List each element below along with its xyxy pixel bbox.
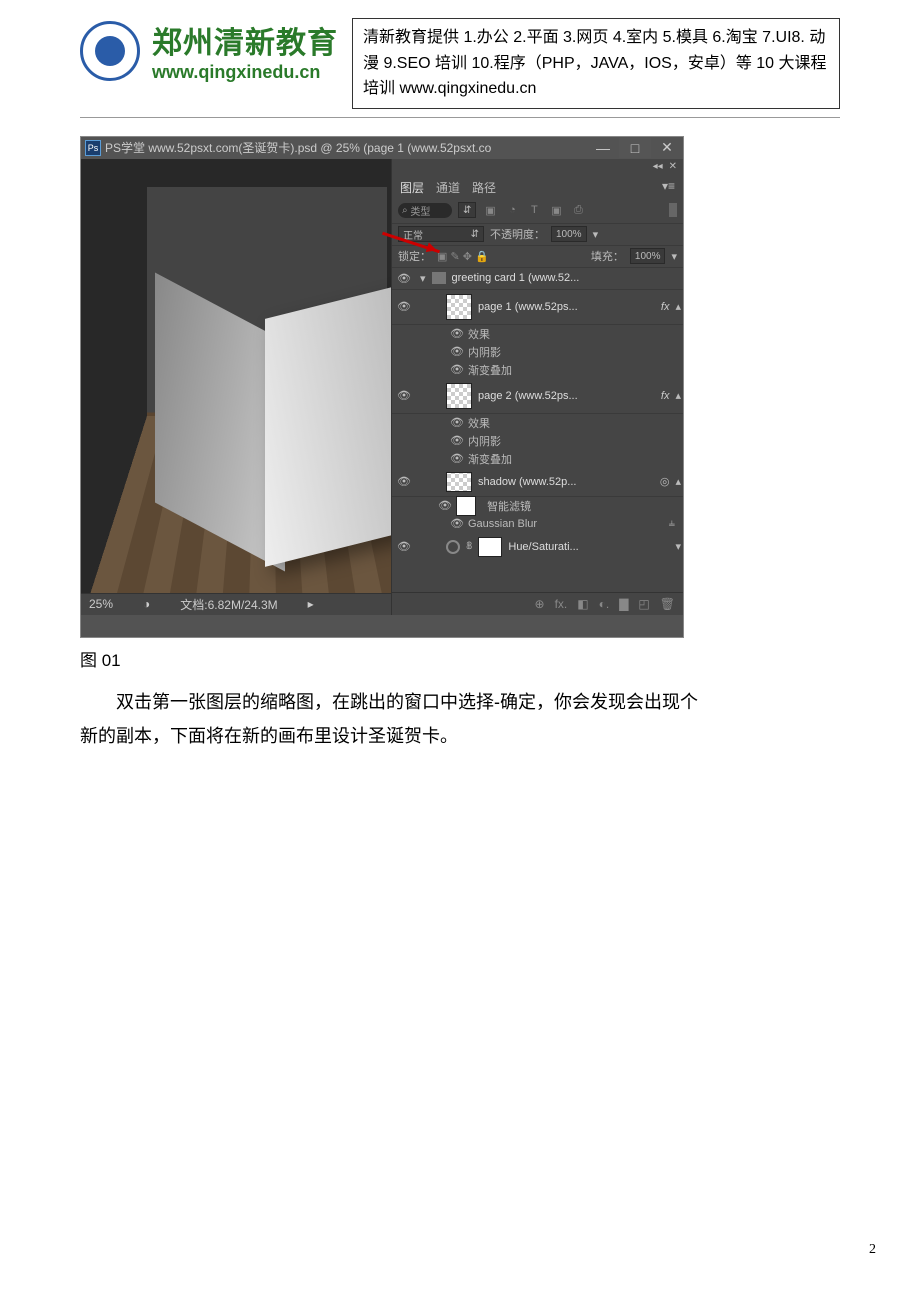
ps-app-icon: Ps xyxy=(85,140,101,156)
figure-caption: 图 01 xyxy=(80,646,840,671)
inner-shadow-effect[interactable]: 👁内阴影 xyxy=(392,432,683,450)
brand-url: www.qingxinedu.cn xyxy=(152,62,338,83)
brand-name: 郑州清新教育 xyxy=(152,18,338,62)
inner-shadow-effect[interactable]: 👁内阴影 xyxy=(392,343,683,361)
status-play-icon[interactable]: ▸ xyxy=(308,597,314,611)
fx-arrow-icon[interactable]: ▴ xyxy=(675,300,681,313)
link-icon: 𝟠 xyxy=(466,541,472,552)
ps-statusbar: 25% ◑ 文档:6.82M/24.3M ▸ xyxy=(81,593,391,615)
layer-item[interactable]: 👁 page 2 (www.52ps... fx ▴ xyxy=(392,379,683,414)
layer-thumbnail[interactable] xyxy=(446,294,472,320)
fx-arrow-icon[interactable]: ▴ xyxy=(675,475,681,488)
opacity-value[interactable]: 100% xyxy=(551,226,587,242)
layer-item[interactable]: 👁 𝟠 Hue/Saturati... ▾ xyxy=(392,533,683,561)
filter-shape-icon[interactable]: ▣ xyxy=(548,204,564,217)
tab-channels[interactable]: 通道 xyxy=(436,179,460,196)
blend-mode-dropdown[interactable]: 正常⇵ xyxy=(398,226,484,242)
panel-collapse-icon[interactable]: ◂◂ xyxy=(653,161,663,175)
folder-icon xyxy=(432,272,446,284)
fx-arrow-icon[interactable]: ▾ xyxy=(675,540,681,553)
opacity-label: 不透明度： xyxy=(490,226,545,242)
page-header: 郑州清新教育 www.qingxinedu.cn 清新教育提供 1.办公 2.平… xyxy=(80,18,840,118)
tab-layers[interactable]: 图层 xyxy=(400,179,424,196)
layer-item[interactable]: 👁 page 1 (www.52ps... fx ▴ xyxy=(392,290,683,325)
visibility-icon[interactable]: 👁 xyxy=(394,300,414,313)
status-icon: ◑ xyxy=(143,597,150,611)
smart-filters-label: 👁 智能滤镜 xyxy=(392,497,683,515)
delete-layer-icon[interactable]: 🗑 xyxy=(660,597,675,611)
smart-object-icon: ◎ xyxy=(660,475,670,488)
window-close-button[interactable]: ✕ xyxy=(651,138,683,158)
ps-document-title: PS学堂 www.52psxt.com(圣诞贺卡).psd @ 25% (pag… xyxy=(105,139,491,156)
filter-adjust-icon[interactable]: ◔ xyxy=(504,204,520,217)
photoshop-screenshot: Ps PS学堂 www.52psxt.com(圣诞贺卡).psd @ 25% (… xyxy=(80,136,684,638)
tab-paths[interactable]: 路径 xyxy=(472,179,496,196)
body-paragraph: 新的副本，下面将在新的画布里设计圣诞贺卡。 xyxy=(80,719,840,753)
brand-logo-icon xyxy=(80,21,140,81)
panel-menu-icon[interactable]: ▾≡ xyxy=(662,179,675,196)
mask-thumbnail[interactable] xyxy=(478,537,502,557)
filter-settings-icon[interactable]: ⫨ xyxy=(669,517,675,530)
page-number: 2 xyxy=(869,1242,876,1258)
ps-titlebar: Ps PS学堂 www.52psxt.com(圣诞贺卡).psd @ 25% (… xyxy=(81,137,683,159)
filter-type-icon[interactable]: T xyxy=(526,204,542,217)
fx-arrow-icon[interactable]: ▴ xyxy=(675,389,681,402)
body-paragraph: 双击第一张图层的缩略图，在跳出的窗口中选择-确定，你会发现会出现个 xyxy=(80,685,840,719)
filter-pixel-icon[interactable]: ▣ xyxy=(482,204,498,217)
dropdown-arrow-icon[interactable]: ▾ xyxy=(671,250,677,263)
layer-item[interactable]: 👁 shadow (www.52p... ◎ ▴ xyxy=(392,468,683,497)
ps-canvas: 25% ◑ 文档:6.82M/24.3M ▸ xyxy=(81,159,391,615)
layer-name[interactable]: page 1 (www.52ps... xyxy=(478,301,655,313)
adjustment-layer-icon[interactable]: ◐. xyxy=(599,597,610,611)
layer-effects-label: 👁效果 xyxy=(392,325,683,343)
new-group-icon[interactable]: ▇ xyxy=(619,597,628,611)
layer-thumbnail[interactable] xyxy=(446,472,472,492)
zoom-level[interactable]: 25% xyxy=(89,597,113,611)
layer-name[interactable]: shadow (www.52p... xyxy=(478,476,654,488)
document-size: 文档:6.82M/24.3M xyxy=(180,596,277,613)
layer-effects-label: 👁效果 xyxy=(392,414,683,432)
filter-search[interactable]: ⌕ 类型 xyxy=(398,203,452,218)
visibility-icon[interactable]: 👁 xyxy=(394,540,414,553)
panel-close-icon[interactable]: ✕ xyxy=(669,161,677,175)
visibility-icon[interactable]: 👁 xyxy=(394,389,414,402)
lock-icons[interactable]: ▣ ✎ ✥ 🔒 xyxy=(437,250,489,263)
fx-icon[interactable]: fx xyxy=(661,390,670,402)
layer-thumbnail[interactable] xyxy=(446,383,472,409)
fx-icon[interactable]: fx xyxy=(661,301,670,313)
visibility-icon[interactable]: 👁 xyxy=(394,475,414,488)
layers-panel-footer: ⊕ fx. ◧ ◐. ▇ ◰ 🗑 xyxy=(392,592,683,615)
layer-name[interactable]: greeting card 1 (www.52... xyxy=(452,272,681,284)
fill-label: 填充： xyxy=(591,248,624,264)
window-maximize-button[interactable]: □ xyxy=(619,138,651,158)
card-right-face xyxy=(265,285,391,567)
filter-smart-icon[interactable]: ⎙ xyxy=(570,204,586,217)
filter-dropdown[interactable]: ⇵ xyxy=(458,202,476,218)
layer-mask-icon[interactable]: ◧ xyxy=(577,597,588,611)
link-layers-icon[interactable]: ⊕ xyxy=(535,597,545,611)
layer-list: 👁 ▾ greeting card 1 (www.52... 👁 page 1 … xyxy=(392,268,683,592)
layers-panel: ◂◂ ✕ 图层 通道 路径 ▾≡ ⌕ 类型 ⇵ ▣ ◔ T ▣ xyxy=(391,159,683,615)
visibility-icon[interactable]: 👁 xyxy=(394,272,414,285)
gaussian-blur-filter[interactable]: 👁Gaussian Blur⫨ xyxy=(392,515,683,533)
layer-name[interactable]: Hue/Saturati... xyxy=(508,541,669,553)
fill-value[interactable]: 100% xyxy=(630,248,666,264)
gradient-overlay-effect[interactable]: 👁渐变叠加 xyxy=(392,450,683,468)
layer-group[interactable]: 👁 ▾ greeting card 1 (www.52... xyxy=(392,268,683,290)
window-minimize-button[interactable]: — xyxy=(587,138,619,158)
brand-block: 郑州清新教育 www.qingxinedu.cn xyxy=(80,18,338,83)
new-layer-icon[interactable]: ◰ xyxy=(638,597,649,611)
group-arrow-icon[interactable]: ▾ xyxy=(420,272,426,285)
gradient-overlay-effect[interactable]: 👁渐变叠加 xyxy=(392,361,683,379)
header-info-box: 清新教育提供 1.办公 2.平面 3.网页 4.室内 5.模具 6.淘宝 7.U… xyxy=(352,18,840,109)
layer-style-icon[interactable]: fx. xyxy=(555,597,568,611)
adjustment-icon xyxy=(446,540,460,554)
dropdown-arrow-icon[interactable]: ▾ xyxy=(593,228,599,241)
filter-mask-thumbnail[interactable] xyxy=(456,496,476,516)
layer-name[interactable]: page 2 (www.52ps... xyxy=(478,390,655,402)
filter-toggle[interactable] xyxy=(669,203,677,217)
